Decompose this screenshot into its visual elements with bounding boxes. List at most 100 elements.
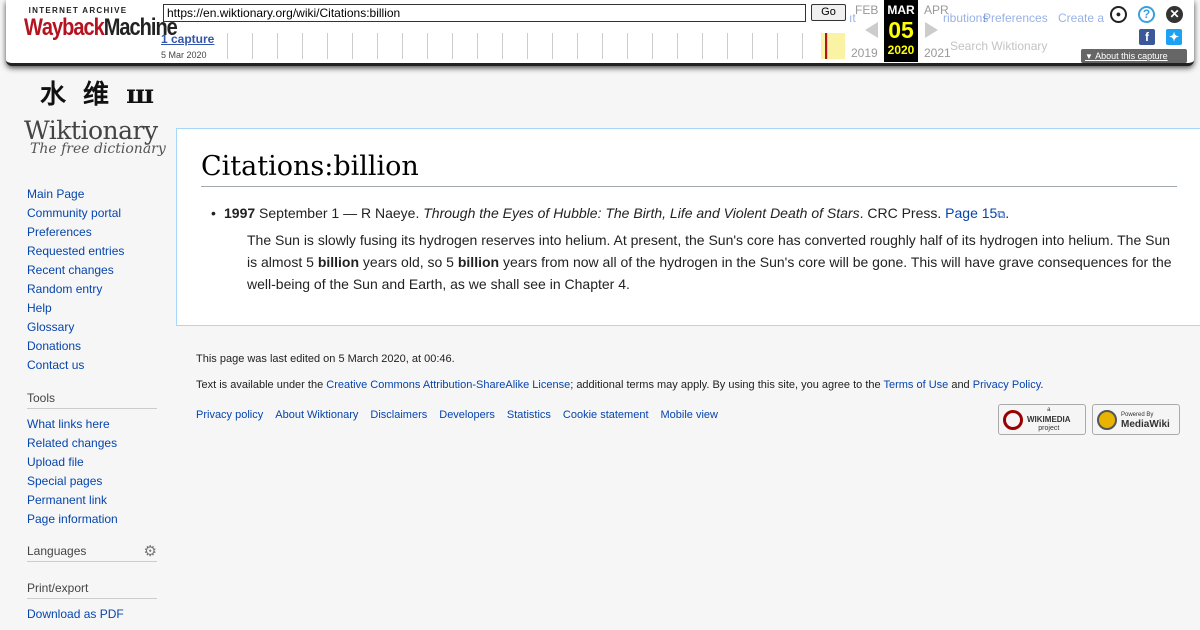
- footer-privacy-policy[interactable]: Privacy policy: [196, 409, 263, 421]
- cc-license-link[interactable]: Creative Commons Attribution-ShareAlike …: [326, 379, 570, 391]
- sparkline-month-tick: [577, 33, 578, 59]
- ghost-text: Create a: [1058, 11, 1105, 25]
- print-export-heading[interactable]: Print/export: [27, 581, 157, 599]
- wayback-url-input[interactable]: [163, 4, 806, 22]
- tool-related-changes[interactable]: Related changes: [27, 436, 117, 450]
- sparkline-month-tick: [752, 33, 753, 59]
- citation-page-link-label: Page 15: [945, 205, 998, 221]
- ghost-text: ributions: [943, 11, 989, 25]
- navigation-portal: Main Page Community portal Preferences R…: [27, 185, 157, 375]
- sidebar: Main Page Community portal Preferences R…: [27, 185, 157, 624]
- logo-letter: k: [93, 14, 105, 42]
- sparkline-month-tick: [602, 33, 603, 59]
- badge-text: project: [1038, 425, 1060, 432]
- capture-date-range: 5 Mar 2020: [161, 50, 207, 60]
- print-portal: Download as PDF: [27, 605, 157, 624]
- sparkline-month-tick: [302, 33, 303, 59]
- tool-upload-file[interactable]: Upload file: [27, 455, 84, 469]
- current-month: MAR: [887, 3, 915, 17]
- footer-disclaimers[interactable]: Disclaimers: [370, 409, 427, 421]
- sparkline-month-tick: [727, 33, 728, 59]
- badge-text: WIKIMEDIA: [1027, 415, 1071, 424]
- wiktionary-logo[interactable]: 水 维 ш Wiktionary The free dictionary: [0, 66, 176, 166]
- help-icon[interactable]: ?: [1138, 6, 1155, 23]
- logo-letter: h: [139, 14, 152, 42]
- license-text: .: [1040, 379, 1044, 391]
- nav-community-portal[interactable]: Community portal: [27, 206, 121, 220]
- nav-donations[interactable]: Donations: [27, 339, 81, 353]
- footer-about[interactable]: About Wiktionary: [275, 409, 358, 421]
- logo-tagline: The free dictionary: [30, 141, 166, 157]
- citation-date-author: September 1 — R Naeye.: [255, 205, 424, 221]
- license-text: Text is available under the: [196, 379, 327, 391]
- nav-glossary[interactable]: Glossary: [27, 320, 74, 334]
- nav-contact-us[interactable]: Contact us: [27, 358, 84, 372]
- license-text: ; additional terms may apply. By using t…: [570, 379, 884, 391]
- next-month-link[interactable]: APR: [924, 3, 949, 17]
- sparkline-month-tick: [802, 33, 803, 59]
- about-capture-button[interactable]: About this capture: [1081, 49, 1187, 63]
- last-edited-info: This page was last edited on 5 March 202…: [196, 353, 455, 365]
- footer-statistics[interactable]: Statistics: [507, 409, 551, 421]
- languages-heading-label: Languages: [27, 544, 87, 558]
- sparkline-month-tick: [352, 33, 353, 59]
- captures-link[interactable]: 1 capture: [161, 32, 214, 46]
- sparkline-month-tick: [427, 33, 428, 59]
- capture-sparkline[interactable]: [221, 33, 847, 59]
- sparkline-month-tick: [227, 33, 228, 59]
- wayback-go-button[interactable]: Go: [811, 4, 846, 21]
- tool-page-information[interactable]: Page information: [27, 512, 118, 526]
- nav-preferences[interactable]: Preferences: [27, 225, 92, 239]
- wikimedia-project-badge[interactable]: a WIKIMEDIA project: [998, 404, 1086, 435]
- logo-letter: M: [103, 14, 121, 42]
- sparkline-month-tick: [277, 33, 278, 59]
- facebook-icon[interactable]: f: [1139, 29, 1155, 45]
- nav-recent-changes[interactable]: Recent changes: [27, 263, 114, 277]
- wayback-logo[interactable]: INTERNET ARCHIVE W a y b a c k M a c h i…: [24, 6, 178, 52]
- privacy-policy-inline-link[interactable]: Privacy Policy: [973, 379, 1041, 391]
- prev-year-link[interactable]: 2019: [851, 46, 878, 60]
- nav-random-entry[interactable]: Random entry: [27, 282, 102, 296]
- citation-page-link[interactable]: Page 15⧉: [945, 205, 1005, 221]
- main-content: Citations:billion 1997 September 1 — R N…: [176, 128, 1200, 326]
- footer-mobile-view[interactable]: Mobile view: [661, 409, 718, 421]
- sparkline-month-tick: [552, 33, 553, 59]
- user-account-icon[interactable]: ●: [1110, 6, 1127, 23]
- sparkline-month-tick: [652, 33, 653, 59]
- prev-month-link[interactable]: FEB: [855, 3, 878, 17]
- badge-text: MediaWiki: [1121, 418, 1170, 430]
- twitter-icon[interactable]: ✦: [1166, 29, 1182, 45]
- logo-letter: a: [73, 14, 84, 42]
- prev-capture-arrow-icon[interactable]: [865, 22, 878, 38]
- logo-letter: W: [24, 14, 43, 42]
- wayback-machine-wordmark: W a y b a c k M a c h i n e: [24, 14, 178, 42]
- gear-icon[interactable]: ⚙: [144, 542, 157, 560]
- tool-what-links-here[interactable]: What links here: [27, 417, 110, 431]
- citation-quote: The Sun is slowly fusing its hydrogen re…: [247, 229, 1182, 295]
- tools-heading[interactable]: Tools: [27, 391, 157, 409]
- languages-heading[interactable]: Languages ⚙: [27, 542, 157, 562]
- footer-cookie-statement[interactable]: Cookie statement: [563, 409, 649, 421]
- terms-of-use-link[interactable]: Terms of Use: [883, 379, 948, 391]
- logo-letter: a: [119, 14, 130, 42]
- nav-requested-entries[interactable]: Requested entries: [27, 244, 124, 258]
- logo-letter: b: [62, 14, 74, 42]
- nav-help[interactable]: Help: [27, 301, 52, 315]
- next-capture-arrow-icon[interactable]: [925, 22, 938, 38]
- logo-letter: c: [83, 14, 94, 42]
- footer-developers[interactable]: Developers: [439, 409, 495, 421]
- quote-term: billion: [317, 254, 360, 270]
- next-year-link[interactable]: 2021: [924, 46, 951, 60]
- external-link-icon: ⧉: [997, 209, 1006, 221]
- tool-permanent-link[interactable]: Permanent link: [27, 493, 107, 507]
- license-text: and: [948, 379, 973, 391]
- nav-main-page[interactable]: Main Page: [27, 187, 84, 201]
- close-icon[interactable]: ✕: [1166, 6, 1183, 23]
- sparkline-month-tick: [777, 33, 778, 59]
- tool-special-pages[interactable]: Special pages: [27, 474, 102, 488]
- download-pdf-link[interactable]: Download as PDF: [27, 607, 124, 621]
- wikimedia-logo-icon: [1003, 409, 1023, 430]
- powered-by-mediawiki-badge[interactable]: Powered By MediaWiki: [1092, 404, 1180, 435]
- sparkline-month-tick: [677, 33, 678, 59]
- tools-portal: What links here Related changes Upload f…: [27, 415, 157, 529]
